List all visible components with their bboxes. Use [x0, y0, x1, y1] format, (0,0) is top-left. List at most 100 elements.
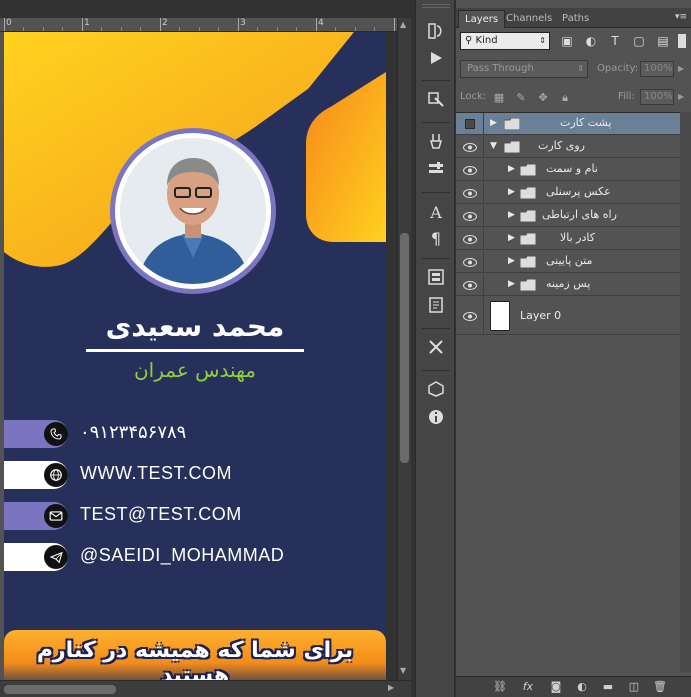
- send-icon: [44, 545, 68, 569]
- folder-icon: [504, 118, 520, 130]
- link-icon[interactable]: ⛓: [492, 680, 508, 694]
- layer-row[interactable]: ▼ روی کارت: [456, 136, 680, 158]
- scroll-thumb[interactable]: [400, 233, 409, 463]
- lock-paint-icon[interactable]: ✎: [514, 91, 528, 105]
- eye-icon[interactable]: [456, 136, 484, 158]
- layers-scrollbar[interactable]: [680, 112, 691, 672]
- dock-grip[interactable]: [422, 4, 450, 8]
- layer-name[interactable]: پس زمینه: [546, 277, 590, 290]
- scroll-up-icon[interactable]: ▲: [400, 20, 406, 29]
- eye-icon[interactable]: [456, 205, 484, 227]
- filter-toggle[interactable]: [678, 34, 686, 48]
- tab-paths[interactable]: Paths: [556, 10, 595, 28]
- properties-icon[interactable]: [424, 268, 448, 290]
- layer-name[interactable]: Layer 0: [520, 309, 561, 322]
- layer-row[interactable]: ▶ پشت کارت: [456, 113, 680, 135]
- layer-name[interactable]: پشت کارت: [560, 116, 611, 129]
- opacity-arrow-icon[interactable]: ▶: [678, 64, 684, 73]
- info-icon[interactable]: [424, 408, 448, 430]
- layer-row[interactable]: ▶ عکس پرسنلی: [456, 182, 680, 204]
- layer-name[interactable]: کادر بالا: [560, 231, 595, 244]
- character-icon[interactable]: A: [424, 202, 448, 224]
- trash-icon[interactable]: 🗑︎: [652, 680, 668, 694]
- scroll-down-icon[interactable]: ▼: [400, 666, 406, 675]
- 3d-icon[interactable]: [424, 380, 448, 402]
- expand-icon[interactable]: ▶: [508, 210, 515, 220]
- document-canvas[interactable]: محمد سعیدی مهندس عمران ۰۹۱۲۳۴۵۶۷۸۹ WWW.T…: [4, 32, 386, 680]
- scroll-right-icon[interactable]: ▶: [388, 683, 394, 692]
- brush-preset-icon[interactable]: [424, 90, 448, 112]
- lock-transparent-icon[interactable]: ▦: [492, 91, 506, 105]
- history-icon[interactable]: [424, 22, 448, 44]
- expand-icon[interactable]: ▶: [508, 233, 515, 243]
- lock-label: Lock:: [460, 91, 487, 102]
- layer-name[interactable]: نام و سمت: [546, 162, 598, 175]
- eye-icon[interactable]: [456, 297, 484, 335]
- tool-preset-icon[interactable]: [424, 160, 448, 182]
- fill-label: Fill:: [618, 91, 635, 102]
- shape-filter-icon[interactable]: ▢: [632, 34, 646, 48]
- eye-icon[interactable]: [456, 274, 484, 296]
- horizontal-ruler: 0 1 2 3 4 5: [0, 18, 398, 32]
- layer-row[interactable]: ▶ راه های ارتباطی: [456, 205, 680, 227]
- panel-menu-icon[interactable]: ▾≡: [675, 12, 687, 22]
- adjustment-icon[interactable]: ◐: [574, 680, 590, 694]
- tab-layers[interactable]: Layers: [458, 10, 506, 28]
- opacity-field[interactable]: 100%: [640, 61, 674, 77]
- lock-move-icon[interactable]: ✥: [536, 91, 550, 105]
- fill-field[interactable]: 100%: [640, 89, 674, 105]
- paragraph-icon[interactable]: ¶: [424, 228, 448, 250]
- person-name: محمد سعیدی: [105, 310, 285, 343]
- tab-channels[interactable]: Channels: [500, 10, 558, 28]
- chevron-down-icon: ⇕: [577, 64, 584, 73]
- blend-mode-select[interactable]: Pass Through ⇕: [460, 60, 588, 78]
- layer-row[interactable]: Layer 0: [456, 297, 680, 335]
- eye-icon[interactable]: [456, 159, 484, 181]
- layer-name[interactable]: متن پایینی: [546, 254, 592, 267]
- layer-row[interactable]: ▶ نام و سمت: [456, 159, 680, 181]
- filter-kind-select[interactable]: ⚲ Kind ⇕: [460, 32, 550, 50]
- folder-icon: [520, 256, 536, 268]
- mask-icon[interactable]: ◙: [548, 680, 564, 694]
- smart-object-filter-icon[interactable]: ▤: [656, 34, 670, 48]
- layer-row[interactable]: ▶ کادر بالا: [456, 228, 680, 250]
- contact-text: TEST@TEST.COM: [80, 504, 242, 524]
- layers-panel: Layers Channels Paths ▾≡ ⚲ Kind ⇕ ▣ ◐ T …: [456, 0, 691, 697]
- contact-telegram: @SAEIDI_MOHAMMAD: [4, 543, 386, 571]
- folder-open-icon: [504, 141, 520, 153]
- layer-row[interactable]: ▶ پس زمینه: [456, 274, 680, 296]
- contact-text: @SAEIDI_MOHAMMAD: [80, 545, 285, 565]
- expand-icon[interactable]: ▶: [508, 164, 515, 174]
- expand-icon[interactable]: ▶: [490, 118, 497, 128]
- pixel-filter-icon[interactable]: ▣: [560, 34, 574, 48]
- expand-icon[interactable]: ▶: [508, 279, 515, 289]
- eye-icon[interactable]: [456, 182, 484, 204]
- tools-icon[interactable]: [424, 338, 448, 360]
- fill-arrow-icon[interactable]: ▶: [678, 92, 684, 101]
- lock-all-icon[interactable]: 🔒︎: [558, 91, 572, 105]
- eye-icon[interactable]: [456, 228, 484, 250]
- layer-name[interactable]: راه های ارتباطی: [542, 208, 617, 221]
- notes-icon[interactable]: [424, 296, 448, 318]
- brush-icon[interactable]: [424, 132, 448, 154]
- phone-icon: [44, 422, 68, 446]
- expand-icon[interactable]: ▶: [508, 187, 515, 197]
- type-filter-icon[interactable]: T: [608, 34, 622, 48]
- collapse-icon[interactable]: ▼: [490, 141, 497, 151]
- adjustment-filter-icon[interactable]: ◐: [584, 34, 598, 48]
- new-layer-icon[interactable]: ◫: [626, 680, 642, 694]
- new-group-icon[interactable]: ▬: [600, 680, 616, 694]
- scroll-thumb[interactable]: [4, 685, 116, 694]
- contact-email: TEST@TEST.COM: [4, 502, 386, 530]
- layer-name[interactable]: روی کارت: [538, 139, 585, 152]
- horizontal-scrollbar[interactable]: ▶: [0, 680, 411, 697]
- eye-icon[interactable]: [456, 251, 484, 273]
- fx-icon[interactable]: fx: [520, 680, 536, 694]
- visibility-toggle[interactable]: [456, 113, 484, 135]
- layer-row[interactable]: ▶ متن پایینی: [456, 251, 680, 273]
- play-icon[interactable]: [424, 50, 448, 72]
- expand-icon[interactable]: ▶: [508, 256, 515, 266]
- layer-name[interactable]: عکس پرسنلی: [546, 185, 611, 198]
- vertical-scrollbar[interactable]: ▲ ▼: [397, 18, 411, 680]
- layers-list: ▶ پشت کارت ▼ روی کارت ▶ نام و سمت ▶ عکس …: [456, 112, 691, 342]
